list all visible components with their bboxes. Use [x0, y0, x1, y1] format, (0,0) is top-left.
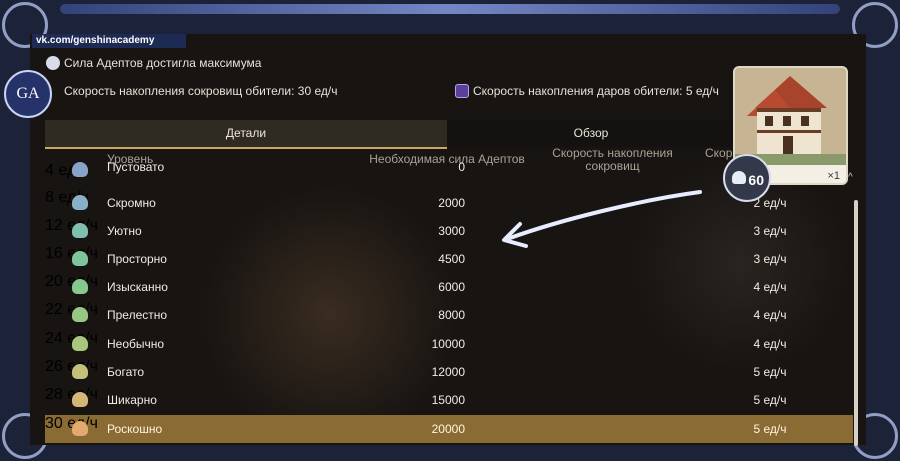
- required-power: 0: [458, 160, 465, 174]
- level-name: Изысканно: [107, 280, 168, 294]
- required-power: 2000: [438, 196, 465, 210]
- frame-ornament-band: [60, 4, 840, 14]
- required-power: 6000: [438, 280, 465, 294]
- table-row[interactable]: Изысканно 6000 20 ед/ч 4 ед/ч: [45, 273, 853, 301]
- item-quantity: ×1: [827, 170, 840, 182]
- level-name: Прелестно: [107, 308, 168, 322]
- required-power: 3000: [438, 224, 465, 238]
- level-rank-icon: [72, 251, 88, 266]
- frame-right: [866, 0, 900, 461]
- level-rank-icon: [72, 195, 88, 210]
- table-row[interactable]: Уютно 3000 12 ед/ч 3 ед/ч: [45, 217, 853, 245]
- status-treasure-rate-text: Скорость накопления сокровищ обители: 30…: [64, 84, 338, 98]
- level-rank-icon: [72, 421, 88, 436]
- required-power: 10000: [431, 337, 465, 351]
- level-rank-icon: [72, 336, 88, 351]
- table-row[interactable]: Роскошно 20000 30 ед/ч 5 ед/ч: [45, 415, 853, 443]
- gift-rate: 5 ед/ч: [753, 422, 787, 436]
- level-name: Пустовато: [107, 160, 165, 174]
- annotation-arrow: [502, 190, 702, 248]
- required-power: 12000: [431, 365, 465, 379]
- tab-details[interactable]: Детали: [45, 120, 447, 149]
- gift-rate: 4 ед/ч: [753, 308, 787, 322]
- gift-rate: 5 ед/ч: [753, 393, 787, 407]
- required-power: 20000: [431, 422, 465, 436]
- gift-rate: 3 ед/ч: [753, 224, 787, 238]
- table-row[interactable]: Просторно 4500 16 ед/ч 3 ед/ч: [45, 245, 853, 273]
- level-name: Уютно: [107, 224, 142, 238]
- gift-rate: 4 ед/ч: [753, 337, 787, 351]
- adeptal-energy-icon: [732, 171, 746, 184]
- gift-rate: 4 ед/ч: [753, 280, 787, 294]
- level-name: Шикарно: [107, 393, 157, 407]
- column-header-gift: Скор: [705, 146, 733, 160]
- frame-bottom: [0, 445, 900, 461]
- level-name: Просторно: [107, 252, 167, 266]
- scroll-up-caret[interactable]: ^: [848, 172, 853, 183]
- status-gift-rate-text: Скорость накопления даров обители: 5 ед/…: [473, 84, 719, 98]
- status-adepts-max: Сила Адептов достигла максимума: [46, 56, 261, 70]
- level-name: Богато: [107, 365, 145, 379]
- level-rank-icon: [72, 223, 88, 238]
- status-gift-rate: Скорость накопления даров обители: 5 ед/…: [455, 84, 719, 98]
- level-rank-icon: [72, 392, 88, 407]
- tab-bar: Детали Обзор: [45, 120, 735, 149]
- table-row[interactable]: Шикарно 15000 28 ед/ч 5 ед/ч: [45, 386, 853, 414]
- level-rank-icon: [72, 364, 88, 379]
- table-row[interactable]: Богато 12000 26 ед/ч 5 ед/ч: [45, 358, 853, 386]
- gift-rate: 3 ед/ч: [753, 252, 787, 266]
- tab-overview[interactable]: Обзор: [447, 120, 735, 147]
- status-adepts-max-text: Сила Адептов достигла максимума: [64, 56, 262, 70]
- group-logo: GA: [4, 70, 52, 118]
- gift-rate: 5 ед/ч: [753, 365, 787, 379]
- level-name: Скромно: [107, 196, 156, 210]
- frame-top: [0, 0, 900, 34]
- table-row[interactable]: Прелестно 8000 22 ед/ч 4 ед/ч: [45, 301, 853, 329]
- adeptal-energy-icon: [46, 56, 60, 70]
- level-rank-icon: [72, 162, 88, 177]
- watermark: vk.com/genshinacademy: [32, 34, 186, 48]
- level-name: Роскошно: [107, 422, 163, 436]
- adeptal-energy-badge: 60: [723, 154, 771, 202]
- required-power: 15000: [431, 393, 465, 407]
- house-image: [735, 68, 846, 165]
- level-rank-icon: [72, 279, 88, 294]
- required-power: 8000: [438, 308, 465, 322]
- table-row[interactable]: Необычно 10000 24 ед/ч 4 ед/ч: [45, 330, 853, 358]
- level-rank-icon: [72, 307, 88, 322]
- scrollbar[interactable]: [854, 200, 858, 446]
- required-power: 4500: [438, 252, 465, 266]
- status-treasure-rate: Скорость накопления сокровищ обители: 30…: [64, 84, 337, 98]
- adeptal-energy-badge-value: 60: [748, 172, 764, 188]
- gift-icon: [455, 84, 469, 98]
- level-name: Необычно: [107, 337, 165, 351]
